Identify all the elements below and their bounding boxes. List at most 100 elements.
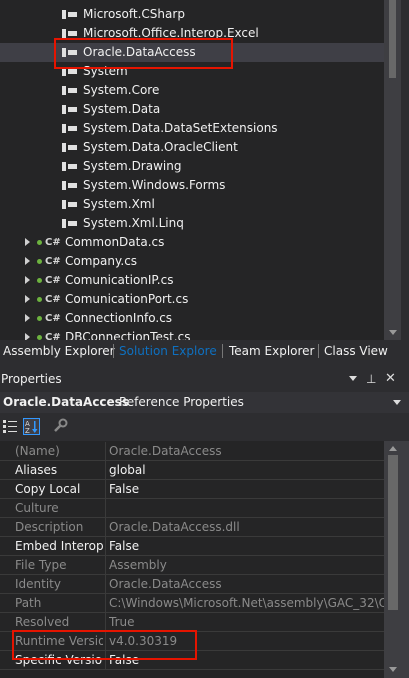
column-divider[interactable] <box>105 556 106 575</box>
file-label: CommonData.cs <box>65 235 165 249</box>
reference-label: System.Data <box>83 102 161 116</box>
file-label: ComunicationIP.cs <box>65 273 174 287</box>
dropdown-arrow-icon[interactable] <box>349 376 357 381</box>
assembly-reference-icon <box>62 143 78 152</box>
assembly-reference-icon <box>62 29 78 38</box>
tab-team-explorer[interactable]: Team Explorer <box>227 340 317 362</box>
property-pages-wrench-icon[interactable] <box>52 418 69 435</box>
property-row[interactable]: Copy Local False <box>0 480 384 499</box>
reference-item[interactable]: System.Windows.Forms <box>0 176 384 195</box>
reference-item[interactable]: System.Drawing <box>0 157 384 176</box>
property-name: (Name) <box>15 444 60 458</box>
tab-assembly-explorer[interactable]: Assembly Explorer <box>1 340 117 362</box>
properties-object-header[interactable]: Oracle.DataAccess Reference Properties <box>0 392 409 413</box>
property-row[interactable]: Description Oracle.DataAccess.dll <box>0 518 384 537</box>
tree-scroll-down-icon[interactable] <box>389 330 397 335</box>
file-label: Company.cs <box>65 254 138 268</box>
property-value[interactable]: False <box>109 480 384 499</box>
reference-item[interactable]: System.Core <box>0 81 384 100</box>
tab-solution-explorer[interactable]: Solution Explore <box>117 340 219 362</box>
property-row[interactable]: Culture <box>0 499 384 518</box>
property-name: Culture <box>15 501 59 515</box>
property-row[interactable]: Embed Interop False <box>0 537 384 556</box>
file-item[interactable]: C# Company.cs <box>0 252 384 271</box>
reference-item[interactable]: Microsoft.CSharp <box>0 5 384 24</box>
property-row[interactable]: (Name) Oracle.DataAccess <box>0 442 384 461</box>
highlight-box-runtime-version <box>12 630 197 660</box>
file-item[interactable]: C# ConnectionInfo.cs <box>0 309 384 328</box>
file-item[interactable]: C# ComunicationIP.cs <box>0 271 384 290</box>
property-row[interactable]: Path C:\Windows\Microsoft.Net\assembly\GA… <box>0 594 384 613</box>
grid-scroll-up-icon[interactable] <box>389 446 397 451</box>
object-type: Reference Properties <box>119 395 244 409</box>
reference-label: System.Xml <box>83 197 155 211</box>
properties-toolbar: A Z <box>0 415 409 439</box>
expand-arrow-icon[interactable] <box>25 238 30 246</box>
property-value[interactable]: False <box>109 537 384 556</box>
property-name: Description <box>15 520 84 534</box>
column-divider[interactable] <box>105 480 106 499</box>
column-divider[interactable] <box>105 575 106 594</box>
categorized-icon[interactable] <box>2 418 19 435</box>
column-divider[interactable] <box>105 461 106 480</box>
property-row[interactable]: Aliases global <box>0 461 384 480</box>
property-row[interactable]: Identity Oracle.DataAccess <box>0 575 384 594</box>
reference-label: System.Data.OracleClient <box>83 140 238 154</box>
column-divider[interactable] <box>105 442 106 461</box>
column-divider[interactable] <box>105 518 106 537</box>
grid-scroll-down-icon[interactable] <box>389 667 397 672</box>
property-name: Copy Local <box>15 482 81 496</box>
pin-icon[interactable]: ⊥ <box>366 368 376 390</box>
file-item[interactable]: C# DBConnectionTest.cs <box>0 328 384 340</box>
reference-item[interactable]: System.Xml <box>0 195 384 214</box>
reference-item[interactable]: System.Data.OracleClient <box>0 138 384 157</box>
source-control-status-icon <box>37 259 42 264</box>
assembly-reference-icon <box>62 200 78 209</box>
grid-scrollbar-thumb[interactable] <box>388 455 398 610</box>
expand-arrow-icon[interactable] <box>25 276 30 284</box>
property-name: Embed Interop <box>15 539 103 553</box>
property-name: Aliases <box>15 463 58 477</box>
tab-class-view[interactable]: Class View <box>322 340 390 362</box>
assembly-reference-icon <box>62 181 78 190</box>
csharp-file-icon: C# <box>45 256 61 267</box>
expand-arrow-icon[interactable] <box>25 257 30 265</box>
csharp-file-icon: C# <box>45 313 61 324</box>
object-dropdown-icon[interactable] <box>393 400 401 405</box>
close-icon[interactable]: ✕ <box>385 368 396 390</box>
expand-arrow-icon[interactable] <box>25 333 30 340</box>
reference-item[interactable]: System.Data.DataSetExtensions <box>0 119 384 138</box>
tree-scrollbar-thumb[interactable] <box>389 0 396 78</box>
file-label: DBConnectionTest.cs <box>65 330 191 340</box>
reference-item[interactable]: System.Xml.Linq <box>0 214 384 233</box>
file-item[interactable]: C# ComunicationPort.cs <box>0 290 384 309</box>
expand-arrow-icon[interactable] <box>25 295 30 303</box>
property-value: Assembly <box>109 558 167 572</box>
reference-label: System.Windows.Forms <box>83 178 226 192</box>
file-item[interactable]: C# CommonData.cs <box>0 233 384 252</box>
object-name: Oracle.DataAccess <box>3 395 129 409</box>
source-control-status-icon <box>37 278 42 283</box>
property-name: Identity <box>15 577 61 591</box>
assembly-reference-icon <box>62 124 78 133</box>
property-value: C:\Windows\Microsoft.Net\assembly\GAC_32… <box>109 596 384 610</box>
svg-text:Z: Z <box>25 427 30 434</box>
column-divider[interactable] <box>105 537 106 556</box>
column-divider[interactable] <box>105 499 106 518</box>
reference-label: System.Drawing <box>83 159 182 173</box>
property-value[interactable]: global <box>109 461 384 480</box>
csharp-file-icon: C# <box>45 237 61 248</box>
assembly-reference-icon <box>62 86 78 95</box>
property-row[interactable]: File Type Assembly <box>0 556 384 575</box>
alphabetical-icon[interactable]: A Z <box>23 418 40 435</box>
assembly-reference-icon <box>62 10 78 19</box>
expand-arrow-icon[interactable] <box>25 314 30 322</box>
property-value: Oracle.DataAccess.dll <box>109 520 240 534</box>
reference-label: System.Xml.Linq <box>83 216 184 230</box>
reference-label: System.Data.DataSetExtensions <box>83 121 278 135</box>
reference-item[interactable]: System.Data <box>0 100 384 119</box>
assembly-reference-icon <box>62 219 78 228</box>
source-control-status-icon <box>37 240 42 245</box>
column-divider[interactable] <box>105 594 106 613</box>
csharp-file-icon: C# <box>45 275 61 286</box>
